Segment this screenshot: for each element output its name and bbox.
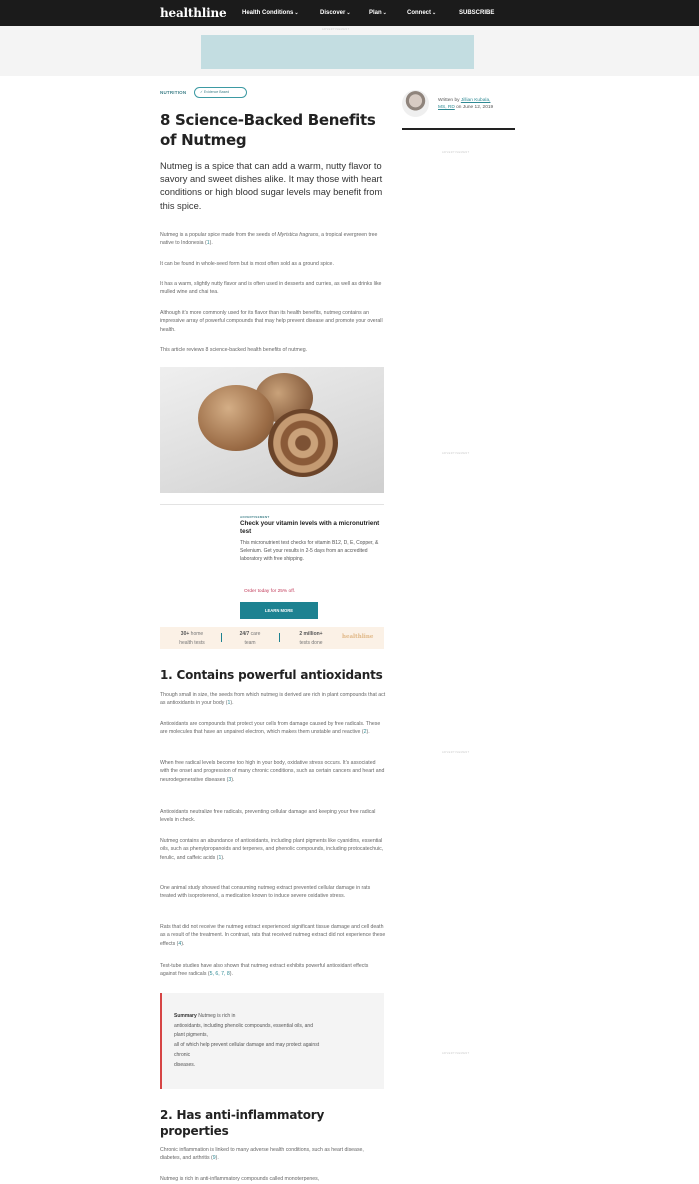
body-paragraph: Though small in size, the seeds from whi… <box>160 692 386 707</box>
author-byline: Written by Jillian Kubala, MS, RD on Jun… <box>438 98 494 111</box>
body-paragraph: When free radical levels become too high… <box>160 760 385 783</box>
body-paragraph: Rats that did not receive the nutmeg ext… <box>160 924 386 947</box>
stat-separator <box>221 633 222 642</box>
stat-item: 24/7 care team <box>239 631 261 646</box>
article-title: 8 Science-Backed Benefits of Nutmeg <box>160 111 376 149</box>
banner-ad[interactable] <box>201 35 474 69</box>
nutmeg-photo <box>160 367 384 493</box>
sidebar-ad-label: ADVERTISEMENT <box>442 751 470 754</box>
top-navigation-bar: healthline Health Conditions⌄ Discover⌄ … <box>0 0 699 26</box>
nav-discover[interactable]: Discover⌄ <box>320 10 351 16</box>
nav-label: Discover <box>320 10 346 16</box>
intro-paragraph: This article reviews 8 science-backed he… <box>160 347 308 353</box>
stat-separator <box>279 633 280 642</box>
intro-paragraph: It can be found in whole-seed form but i… <box>160 261 334 267</box>
chevron-down-icon: ⌄ <box>346 10 351 16</box>
category-tag[interactable]: NUTRITION <box>160 90 186 95</box>
sidebar-ad-label: ADVERTISEMENT <box>442 151 470 154</box>
chevron-down-icon: ⌄ <box>432 10 437 16</box>
nav-health-conditions[interactable]: Health Conditions⌄ <box>242 10 299 16</box>
body-paragraph: One animal study showed that consuming n… <box>160 885 371 900</box>
nav-label: Connect <box>407 10 431 16</box>
nutmeg-seed <box>198 385 274 451</box>
sidebar-ad-label: ADVERTISEMENT <box>442 452 470 455</box>
nav-plan[interactable]: Plan⌄ <box>369 10 387 16</box>
intro-paragraph: Nutmeg is a popular spice made from the … <box>160 232 378 247</box>
promo-stats-bar: 30+ home health tests 24/7 care team 2 mil… <box>160 627 384 649</box>
intro-paragraph: It has a warm, slightly nutty flavor and… <box>160 281 382 296</box>
author-credentials-link[interactable]: MS, RD <box>438 105 455 110</box>
top-ad-band: ADVERTISEMENT <box>0 26 699 76</box>
checkmark-icon: ✓ <box>200 90 203 94</box>
intro-paragraph: Although it’s more commonly used for its… <box>160 310 383 333</box>
badge-label: Evidence Based <box>203 90 230 94</box>
promo-description: This micronutrient test checks for vitam… <box>240 540 379 563</box>
body-paragraph: Nutmeg is rich in anti-inflammatory comp… <box>160 1176 320 1182</box>
body-paragraph: Nutmeg contains an abundance of antioxid… <box>160 838 384 861</box>
healthline-logo[interactable]: healthline <box>160 6 227 20</box>
citation-link[interactable]: 5, 6, 7, 8 <box>210 971 230 977</box>
promo-ad-label: ADVERTISEMENT <box>240 515 270 519</box>
article-lede: Nutmeg is a spice that can add a warm, n… <box>160 161 383 211</box>
promo-offer: Order today for 25% off. <box>244 589 296 594</box>
nav-subscribe[interactable]: SUBSCRIBE <box>459 10 494 16</box>
nav-connect[interactable]: Connect⌄ <box>407 10 436 16</box>
body-paragraph: Chronic inflammation is linked to many a… <box>160 1147 364 1162</box>
body-paragraph: Antioxidants neutralize free radicals, p… <box>160 809 376 824</box>
section-heading: 1. Contains powerful antioxidants <box>160 668 383 682</box>
stat-item: 30+ home health tests <box>179 631 205 646</box>
summary-box: Summary Nutmeg is rich in antioxidants, … <box>160 993 384 1089</box>
body-paragraph: Antioxidants are compounds that protect … <box>160 721 381 736</box>
sidebar-divider <box>402 128 515 130</box>
nutmeg-seed-cut <box>268 409 338 477</box>
promo-divider <box>160 504 384 505</box>
promo-title[interactable]: Check your vitamin levels with a micronu… <box>240 520 380 535</box>
section-heading: 2. Has anti-inflammatory properties <box>160 1108 325 1138</box>
learn-more-button[interactable]: LEARN MORE <box>240 602 318 619</box>
chevron-down-icon: ⌄ <box>382 10 387 16</box>
summary-text: Summary Nutmeg is rich in antioxidants, … <box>174 1013 320 1068</box>
nav-label: Plan <box>369 10 382 16</box>
sidebar-ad-label: ADVERTISEMENT <box>442 1052 470 1055</box>
chevron-down-icon: ⌄ <box>294 10 299 16</box>
stat-item: 2 million+ tests done <box>299 631 323 646</box>
healthline-brand-logo: healthline <box>342 634 374 640</box>
evidence-badge[interactable]: ✓ Evidence Based <box>194 87 247 98</box>
author-avatar[interactable] <box>402 90 429 117</box>
author-link[interactable]: Jillian Kubala, <box>461 98 491 103</box>
body-paragraph: Test-tube studies have also shown that n… <box>160 963 369 978</box>
nav-label: Health Conditions <box>242 10 294 16</box>
ad-label: ADVERTISEMENT <box>322 28 350 31</box>
